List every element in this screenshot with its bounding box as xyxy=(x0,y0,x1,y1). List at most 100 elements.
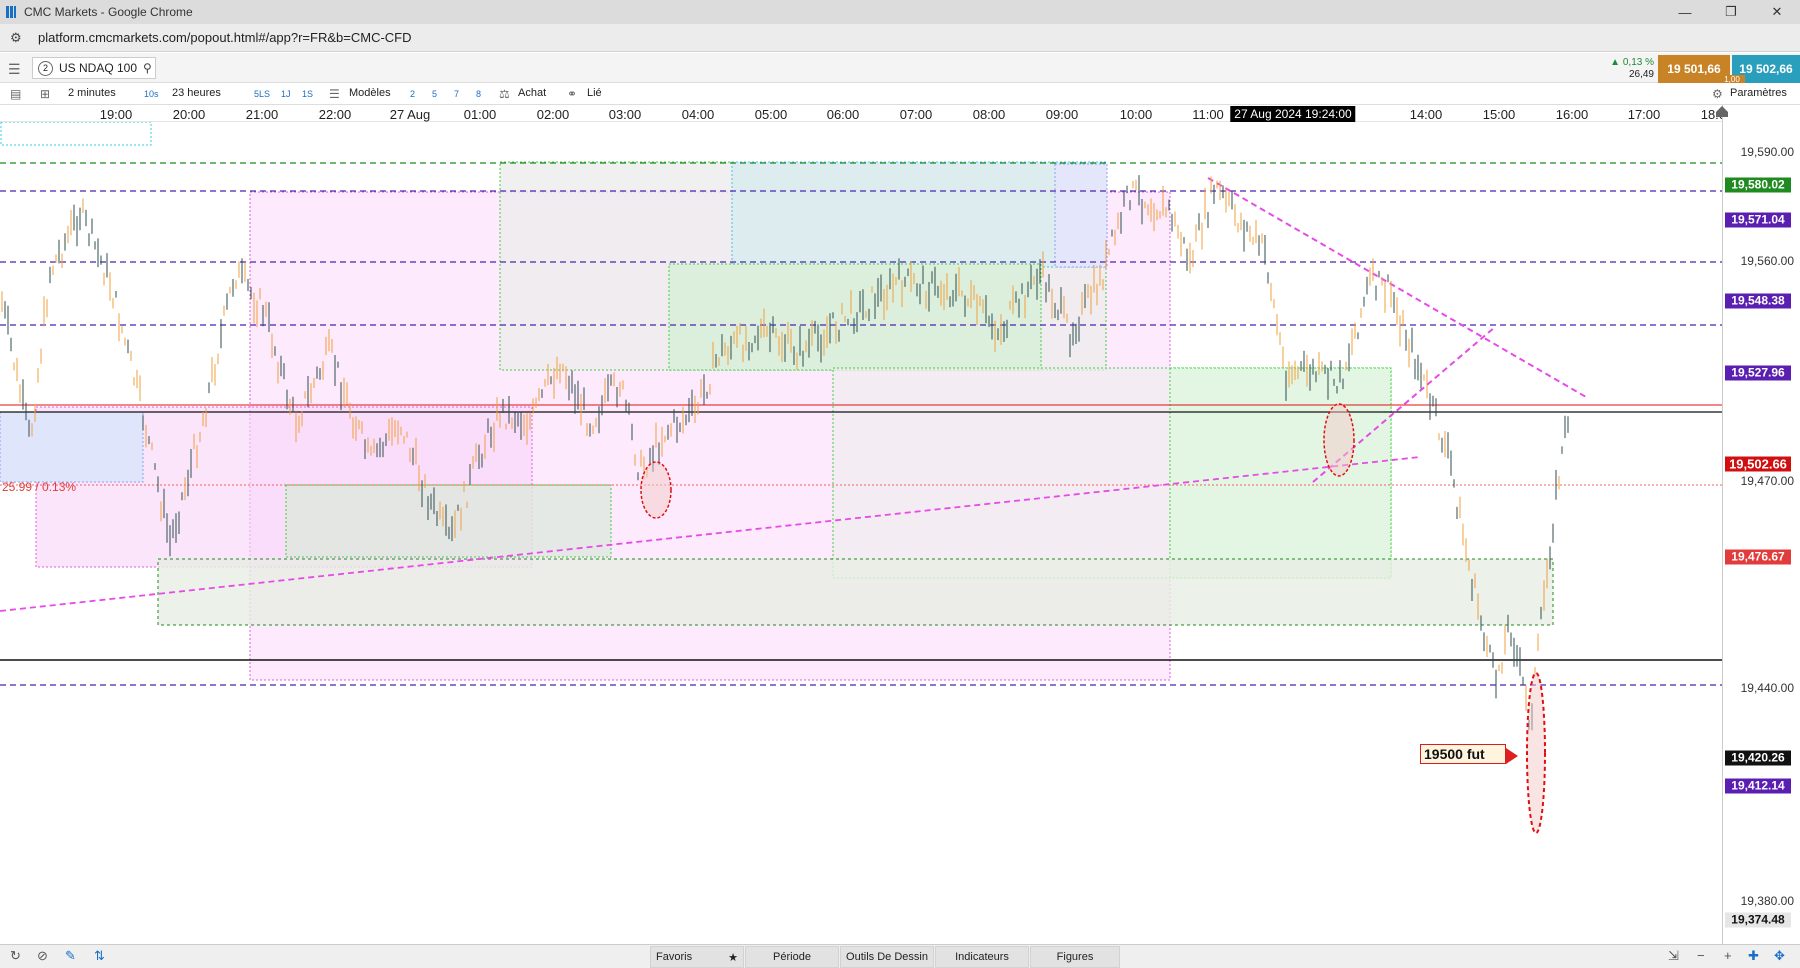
time-tick: 04:00 xyxy=(681,107,715,122)
crosshair-icon[interactable]: ✚ xyxy=(1748,948,1759,964)
site-info-icon[interactable]: ⚙ xyxy=(10,30,24,45)
zoom-out-icon[interactable]: − xyxy=(1697,948,1705,963)
minimize-icon[interactable]: — xyxy=(1662,0,1708,24)
gear-icon[interactable]: ⚙ xyxy=(1712,87,1723,101)
close-icon[interactable]: ✕ xyxy=(1754,0,1800,24)
level-label: 19,580.02 xyxy=(1725,177,1791,193)
zone-box xyxy=(1054,163,1108,268)
url-text[interactable]: platform.cmcmarkets.com/popout.html#/app… xyxy=(38,30,412,45)
time-tick: 06:00 xyxy=(826,107,860,122)
time-tick: 27 Aug xyxy=(389,107,431,122)
price-tick: 19,470.00 xyxy=(1740,474,1794,488)
level-label: 19,476.67 xyxy=(1725,549,1791,565)
instrument-tab[interactable]: 2 US NDAQ 100 ⚲ xyxy=(32,57,156,79)
interval-select[interactable]: 2 minutes xyxy=(68,87,116,99)
template-7-button[interactable]: 7 xyxy=(454,89,459,99)
period-tab[interactable]: Période xyxy=(745,946,839,968)
range-5ls-button[interactable]: 5LS xyxy=(254,89,270,99)
layout-icon[interactable]: ⊞ xyxy=(40,87,50,101)
fit-icon[interactable]: ⇲ xyxy=(1668,948,1679,964)
time-tick: 20:00 xyxy=(172,107,206,122)
last-price-label: 19,502.66 xyxy=(1725,456,1791,472)
tab-number: 2 xyxy=(38,60,53,76)
instrument-bar: ☰ 2 US NDAQ 100 ⚲ ▲ 0,13 % 26,49 xyxy=(0,53,1800,83)
move-icon[interactable]: ✥ xyxy=(1774,948,1785,964)
menu-icon[interactable]: ☰ xyxy=(8,61,21,78)
time-tick: 03:00 xyxy=(608,107,642,122)
level-label: 19,374.48 xyxy=(1725,912,1791,928)
list-icon[interactable]: ▤ xyxy=(10,87,21,101)
change-points: 26,49 xyxy=(1628,69,1654,80)
achat-button[interactable]: Achat xyxy=(518,87,546,99)
highlight-ellipse[interactable] xyxy=(1323,403,1355,477)
zone-box xyxy=(0,122,152,146)
instrument-name: US NDAQ 100 xyxy=(59,61,138,75)
search-icon[interactable]: ⚲ xyxy=(143,61,152,75)
templates-icon: ☰ xyxy=(329,87,340,101)
chart-canvas[interactable] xyxy=(0,122,1722,944)
price-tick: 19,590.00 xyxy=(1740,145,1794,159)
template-5-button[interactable]: 5 xyxy=(432,89,437,99)
range-1s-button[interactable]: 1S xyxy=(302,89,313,99)
window-title: CMC Markets - Google Chrome xyxy=(24,5,193,19)
zoom-in-icon[interactable]: + xyxy=(1724,948,1732,963)
highlight-ellipse[interactable] xyxy=(1526,672,1546,834)
template-8-button[interactable]: 8 xyxy=(476,89,481,99)
trend-line[interactable] xyxy=(1207,177,1587,398)
link-icon: ⚭ xyxy=(567,87,578,101)
linked-button[interactable]: Lié xyxy=(587,87,602,99)
crosshair-time-label: 27 Aug 2024 19:24:00 xyxy=(1230,106,1356,122)
zone-box xyxy=(731,161,1107,268)
time-tick: 19:00 xyxy=(99,107,133,122)
refresh-icon[interactable]: ↻ xyxy=(10,948,21,964)
time-tick: 07:00 xyxy=(899,107,933,122)
cmc-app-icon xyxy=(6,6,16,18)
favorites-tab[interactable]: Favoris ★ xyxy=(650,946,744,968)
settings-button[interactable]: Paramètres xyxy=(1730,87,1787,99)
time-tick: 11:00 xyxy=(1192,107,1224,122)
zone-box xyxy=(1169,367,1392,579)
favorites-label: Favoris xyxy=(656,951,693,963)
range-select[interactable]: 23 heures xyxy=(172,87,221,99)
time-tick: 09:00 xyxy=(1045,107,1079,122)
level-label: 19,412.14 xyxy=(1725,778,1791,794)
window-titlebar: CMC Markets - Google Chrome — ❐ ✕ xyxy=(0,0,1800,24)
window-controls: — ❐ ✕ xyxy=(1662,0,1800,24)
time-tick: 16:00 xyxy=(1555,107,1589,122)
scroll-marker-icon[interactable] xyxy=(1715,105,1729,119)
fut-level-label[interactable]: 19500 fut xyxy=(1420,744,1506,764)
zone-box xyxy=(0,411,144,483)
price-tick: 19,560.00 xyxy=(1740,254,1794,268)
bottom-toolbar: ↻ ⊘ ✎ ⇅ Favoris ★ Période Outils De Dessi… xyxy=(0,944,1800,968)
restore-icon[interactable]: ❐ xyxy=(1708,0,1754,24)
level-label: 19,527.96 xyxy=(1725,365,1791,381)
percent-change-label: 25.99 / 0.13% xyxy=(2,480,77,494)
template-2-button[interactable]: 2 xyxy=(410,89,415,99)
fut-label-arrow xyxy=(1506,748,1518,764)
change-pct: 0,13 % xyxy=(1622,57,1654,68)
price-tick: 19,380.00 xyxy=(1740,894,1794,908)
time-tick: 05:00 xyxy=(754,107,788,122)
time-tick: 22:00 xyxy=(318,107,352,122)
price-axis[interactable]: 19,590.00 19,560.00 19,470.00 19,440.00 … xyxy=(1716,105,1800,944)
drawing-tools-tab[interactable]: Outils De Dessin xyxy=(840,946,934,968)
time-tick: 15:00 xyxy=(1482,107,1516,122)
range-1j-button[interactable]: 1J xyxy=(281,89,291,99)
templates-button[interactable]: Modèles xyxy=(349,87,391,99)
level-label: 19,548.38 xyxy=(1725,293,1791,309)
time-tick: 08:00 xyxy=(972,107,1006,122)
indicators-tab[interactable]: Indicateurs xyxy=(935,946,1029,968)
scale-icon: ⚖ xyxy=(499,87,510,101)
time-tick: 01:00 xyxy=(463,107,497,122)
up-arrow-icon: ▲ xyxy=(1610,57,1621,68)
time-tick: 14:00 xyxy=(1409,107,1443,122)
tick-10s-button[interactable]: 10s xyxy=(144,89,159,99)
block-icon[interactable]: ⊘ xyxy=(37,948,48,964)
chart-toolbar: ▤ ⊞ 2 minutes 10s 23 heures 5LS 1J 1S ☰ … xyxy=(0,83,1800,105)
pencil-icon[interactable]: ✎ xyxy=(65,948,76,964)
time-tick: 02:00 xyxy=(536,107,570,122)
highlight-ellipse[interactable] xyxy=(640,461,672,519)
figures-tab[interactable]: Figures xyxy=(1030,946,1120,968)
swap-icon[interactable]: ⇅ xyxy=(94,948,105,964)
price-chart[interactable]: 25.99 / 0.13% 19500 fut xyxy=(0,122,1722,944)
